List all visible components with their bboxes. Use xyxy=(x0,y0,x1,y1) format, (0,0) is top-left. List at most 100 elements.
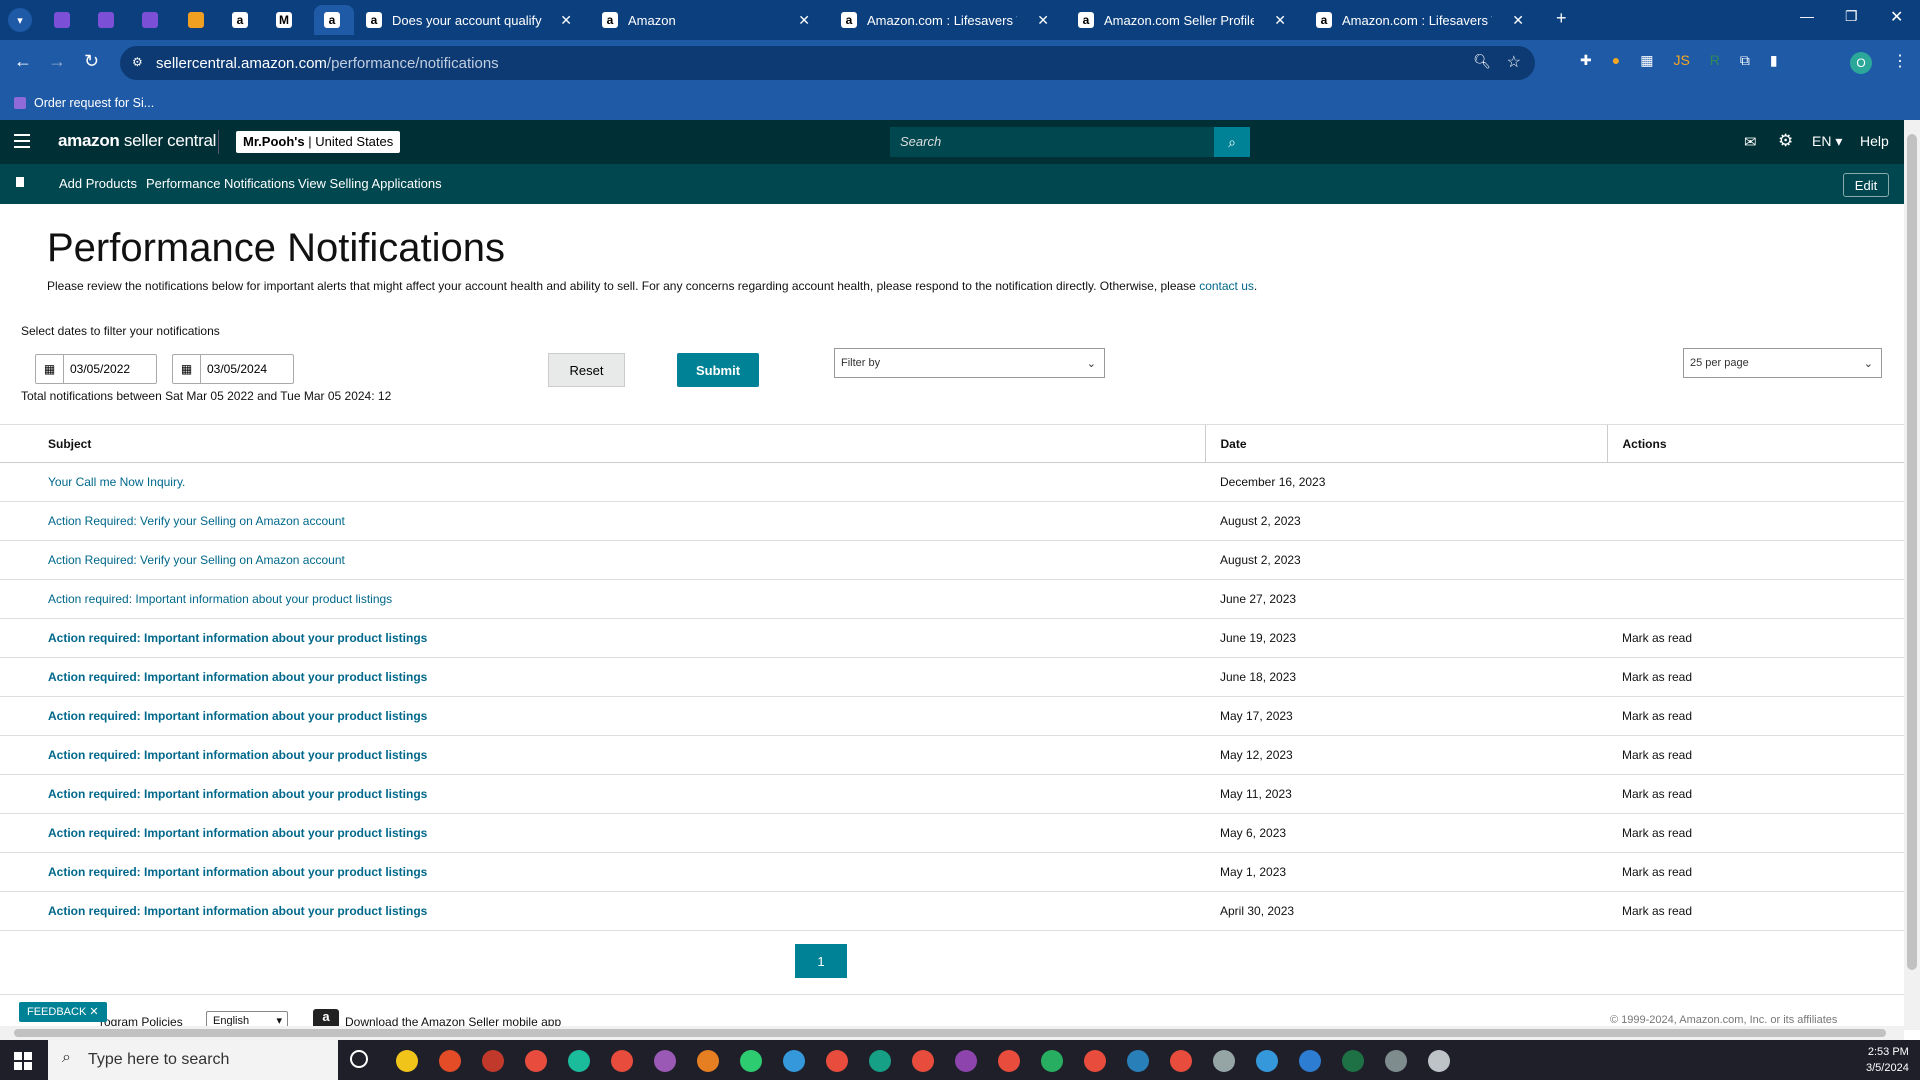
taskbar-app-icon[interactable] xyxy=(783,1050,805,1072)
horizontal-scrollbar[interactable] xyxy=(0,1026,1904,1040)
mark-as-read-link[interactable]: Mark as read xyxy=(1607,696,1904,736)
search-box[interactable]: Search ⌕ xyxy=(890,127,1250,157)
notification-subject-link[interactable]: Action required: Important information a… xyxy=(48,592,392,606)
browser-tab[interactable]: a Amazon ✕ xyxy=(592,5,820,35)
taskbar-search-input[interactable]: Type here to search xyxy=(88,1051,229,1069)
close-tab-icon[interactable]: ✕ xyxy=(1037,12,1049,29)
mark-as-read-link[interactable]: Mark as read xyxy=(1607,618,1904,658)
profile-avatar[interactable]: O xyxy=(1850,52,1872,74)
browser-tab[interactable]: a Does your account qualify? ✕ xyxy=(356,5,582,35)
reload-icon[interactable]: ↻ xyxy=(84,51,99,72)
mark-as-read-link[interactable]: Mark as read xyxy=(1607,657,1904,697)
calendar-icon[interactable]: ▦ xyxy=(173,355,201,383)
nav-view-selling-applications[interactable]: View Selling Applications xyxy=(298,176,442,191)
browser-tab[interactable] xyxy=(178,5,212,35)
new-tab-button[interactable]: + xyxy=(1556,8,1567,29)
site-info-icon[interactable]: ⚙ xyxy=(132,55,143,69)
notification-subject-link[interactable]: Action required: Important information a… xyxy=(48,670,427,684)
reset-button[interactable]: Reset xyxy=(548,353,625,387)
notification-subject-link[interactable]: Action required: Important information a… xyxy=(48,631,427,645)
taskbar-app-icon[interactable] xyxy=(1428,1050,1450,1072)
url-field[interactable]: ⚙ sellercentral.amazon.com/performance/n… xyxy=(120,46,1535,80)
mark-as-read-link[interactable]: Mark as read xyxy=(1607,735,1904,775)
taskbar-app-icon[interactable] xyxy=(482,1050,504,1072)
browser-tab[interactable] xyxy=(132,5,166,35)
notification-subject-link[interactable]: Your Call me Now Inquiry. xyxy=(48,475,185,489)
close-tab-icon[interactable]: ✕ xyxy=(560,12,572,29)
browser-tab[interactable]: M xyxy=(266,5,300,35)
notification-subject-link[interactable]: Action required: Important information a… xyxy=(48,904,427,918)
taskbar-app-icon[interactable] xyxy=(1213,1050,1235,1072)
submit-button[interactable]: Submit xyxy=(677,353,759,387)
browser-tab[interactable] xyxy=(44,5,78,35)
mark-as-read-link[interactable]: Mark as read xyxy=(1607,891,1904,931)
notification-subject-link[interactable]: Action required: Important information a… xyxy=(48,787,427,801)
star-icon[interactable]: ☆ xyxy=(1507,52,1521,72)
back-icon[interactable]: ← xyxy=(14,51,32,72)
taskbar-app-icon[interactable] xyxy=(1084,1050,1106,1072)
amazon-seller-central-logo[interactable]: amazon seller central xyxy=(58,131,216,151)
taskbar-app-icon[interactable] xyxy=(1299,1050,1321,1072)
nav-add-products[interactable]: Add Products xyxy=(59,176,137,191)
filter-by-select[interactable]: Filter by ⌄ xyxy=(834,348,1105,378)
column-header-subject[interactable]: Subject xyxy=(0,424,1205,463)
forward-icon[interactable]: → xyxy=(48,51,66,72)
bookmark-pin-icon[interactable] xyxy=(16,177,24,187)
date-from-field[interactable]: ▦ 03/05/2022 xyxy=(35,354,157,384)
notification-subject-link[interactable]: Action Required: Verify your Selling on … xyxy=(48,553,345,567)
close-tab-icon[interactable]: ✕ xyxy=(798,12,810,29)
restore-button[interactable]: ❐ xyxy=(1845,8,1858,25)
taskbar-app-icon[interactable] xyxy=(912,1050,934,1072)
taskbar-app-icon[interactable] xyxy=(1170,1050,1192,1072)
extension-icon[interactable]: JS xyxy=(1673,52,1689,69)
notification-subject-link[interactable]: Action required: Important information a… xyxy=(48,748,427,762)
taskbar-app-icon[interactable] xyxy=(439,1050,461,1072)
browser-tab[interactable]: a Amazon.com : Lifesavers Wint ✕ xyxy=(1306,5,1534,35)
vertical-scrollbar[interactable] xyxy=(1904,120,1920,1030)
system-clock[interactable]: 2:53 PM 3/5/2024 xyxy=(1866,1044,1909,1076)
notification-subject-link[interactable]: Action Required: Verify your Selling on … xyxy=(48,514,345,528)
close-window-button[interactable]: ✕ xyxy=(1890,7,1903,27)
mark-as-read-link[interactable]: Mark as read xyxy=(1607,774,1904,814)
date-to-field[interactable]: ▦ 03/05/2024 xyxy=(172,354,294,384)
sidepanel-icon[interactable]: ▮ xyxy=(1770,52,1778,69)
gear-icon[interactable]: ⚙ xyxy=(1778,131,1793,151)
mail-icon[interactable]: ✉ xyxy=(1744,133,1757,151)
taskbar-search[interactable]: ⌕ Type here to search xyxy=(48,1040,338,1080)
notification-subject-link[interactable]: Action required: Important information a… xyxy=(48,826,427,840)
browser-tab[interactable]: a xyxy=(314,5,354,35)
search-button[interactable]: ⌕ xyxy=(1214,127,1250,157)
taskbar-app-icon[interactable] xyxy=(998,1050,1020,1072)
browser-tab[interactable] xyxy=(88,5,122,35)
close-tab-icon[interactable]: ✕ xyxy=(1274,12,1286,29)
mark-as-read-link[interactable]: Mark as read xyxy=(1607,852,1904,892)
menu-icon[interactable] xyxy=(14,134,30,148)
column-header-date[interactable]: Date xyxy=(1204,424,1607,463)
scrollbar-thumb[interactable] xyxy=(14,1029,1886,1037)
windows-start-icon[interactable] xyxy=(14,1052,32,1070)
puzzle-icon[interactable]: ⧉ xyxy=(1740,52,1750,69)
browser-tab[interactable]: a xyxy=(222,5,256,35)
scrollbar-thumb[interactable] xyxy=(1907,134,1917,970)
browser-tab[interactable]: a Amazon.com Seller Profile: Red ✕ xyxy=(1068,5,1296,35)
search-input[interactable]: Search xyxy=(900,134,941,149)
taskbar-app-icon[interactable] xyxy=(740,1050,762,1072)
language-selector[interactable]: EN ▾ xyxy=(1812,133,1842,150)
contact-us-link[interactable]: contact us xyxy=(1199,279,1254,293)
taskbar-app-icon[interactable] xyxy=(1385,1050,1407,1072)
taskbar-app-icon[interactable] xyxy=(396,1050,418,1072)
notification-subject-link[interactable]: Action required: Important information a… xyxy=(48,709,427,723)
taskbar-app-icon[interactable] xyxy=(1342,1050,1364,1072)
browser-menu-icon[interactable]: ⋮ xyxy=(1892,51,1908,71)
taskbar-app-icon[interactable] xyxy=(955,1050,977,1072)
mark-as-read-link[interactable]: Mark as read xyxy=(1607,813,1904,853)
taskbar-app-icon[interactable] xyxy=(1256,1050,1278,1072)
taskbar-app-icon[interactable] xyxy=(1127,1050,1149,1072)
taskbar-app-icon[interactable] xyxy=(654,1050,676,1072)
taskbar-app-icon[interactable] xyxy=(525,1050,547,1072)
extension-icon[interactable]: ▦ xyxy=(1640,52,1653,69)
nav-performance-notifications[interactable]: Performance Notifications xyxy=(146,176,295,191)
feedback-button[interactable]: FEEDBACK ✕ xyxy=(19,1002,107,1022)
taskbar-app-icon[interactable] xyxy=(1041,1050,1063,1072)
per-page-select[interactable]: 25 per page ⌄ xyxy=(1683,348,1882,378)
